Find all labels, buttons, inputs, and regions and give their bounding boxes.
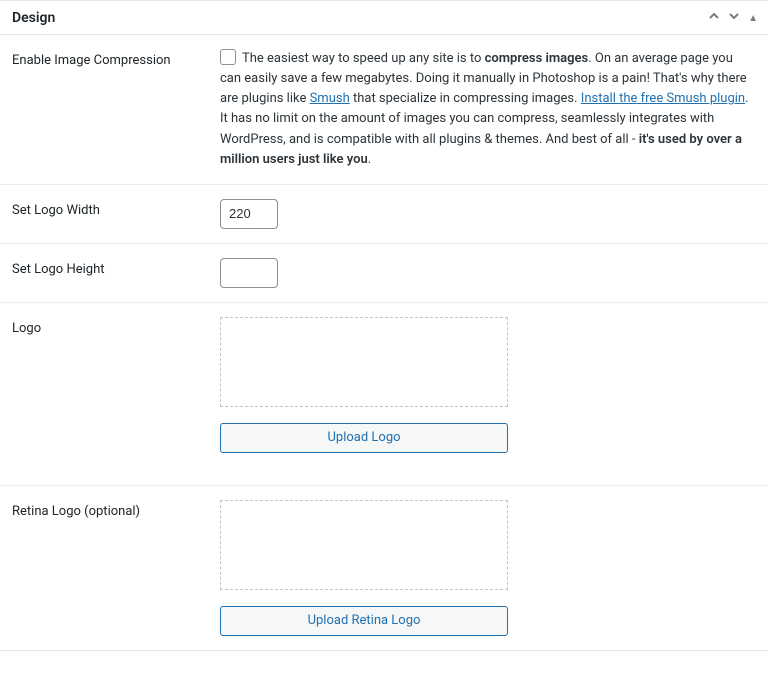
install-smush-link[interactable]: Install the free Smush plugin bbox=[581, 91, 745, 106]
field-retina-logo: Retina Logo (optional) Upload Retina Log… bbox=[0, 486, 768, 650]
panel-title: Design bbox=[12, 10, 55, 26]
compression-description: The easiest way to speed up any site is … bbox=[220, 51, 749, 167]
field-label: Retina Logo (optional) bbox=[12, 500, 220, 636]
design-panel: Design Enable Image Compression The easi… bbox=[0, 0, 768, 651]
field-enable-image-compression: Enable Image Compression The easiest way… bbox=[0, 35, 768, 185]
field-content bbox=[220, 258, 750, 288]
smush-link[interactable]: Smush bbox=[310, 91, 350, 106]
logo-height-input[interactable] bbox=[220, 258, 278, 288]
field-set-logo-height: Set Logo Height bbox=[0, 244, 768, 303]
collapse-icon[interactable] bbox=[748, 11, 758, 24]
field-content: The easiest way to speed up any site is … bbox=[220, 49, 750, 170]
chevron-up-icon[interactable] bbox=[708, 10, 720, 25]
panel-controls bbox=[708, 10, 758, 25]
retina-logo-dropzone[interactable] bbox=[220, 500, 508, 590]
field-label: Set Logo Width bbox=[12, 199, 220, 229]
upload-retina-logo-button[interactable]: Upload Retina Logo bbox=[220, 606, 508, 636]
field-content: Upload Retina Logo bbox=[220, 500, 750, 636]
logo-dropzone[interactable] bbox=[220, 317, 508, 407]
panel-header: Design bbox=[0, 1, 768, 35]
field-content bbox=[220, 199, 750, 229]
chevron-down-icon[interactable] bbox=[728, 10, 740, 25]
enable-compression-checkbox[interactable] bbox=[220, 49, 236, 65]
field-label: Enable Image Compression bbox=[12, 49, 220, 170]
field-label: Set Logo Height bbox=[12, 258, 220, 288]
upload-logo-button[interactable]: Upload Logo bbox=[220, 423, 508, 453]
field-label: Logo bbox=[12, 317, 220, 453]
field-set-logo-width: Set Logo Width bbox=[0, 185, 768, 244]
field-logo: Logo Upload Logo bbox=[0, 303, 768, 486]
logo-width-input[interactable] bbox=[220, 199, 278, 229]
field-content: Upload Logo bbox=[220, 317, 750, 453]
